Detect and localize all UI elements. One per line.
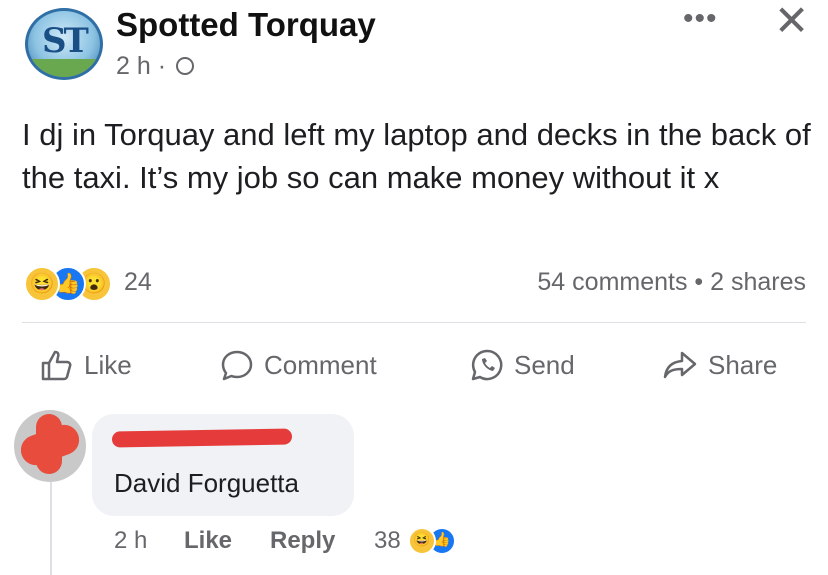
whatsapp-icon bbox=[471, 349, 503, 381]
comment-timestamp[interactable]: 2 h bbox=[114, 527, 147, 555]
comments-shares-count[interactable]: 54 comments • 2 shares bbox=[537, 268, 806, 297]
send-button[interactable]: Send bbox=[470, 343, 575, 387]
page-avatar[interactable]: ST bbox=[25, 8, 103, 80]
commenter-avatar[interactable] bbox=[14, 410, 86, 482]
comment-reply-button[interactable]: Reply bbox=[270, 527, 335, 555]
thumbs-up-icon bbox=[41, 350, 72, 381]
comment-bubble-icon bbox=[221, 350, 253, 381]
comment-button[interactable]: Comment bbox=[220, 343, 377, 387]
more-options-icon[interactable]: ••• bbox=[683, 2, 718, 36]
comment-like-button[interactable]: Like bbox=[184, 527, 232, 555]
send-label: Send bbox=[514, 349, 575, 380]
divider bbox=[22, 322, 806, 323]
share-label: Share bbox=[708, 349, 778, 380]
like-button[interactable]: Like bbox=[40, 343, 132, 387]
haha-reaction-icon: 😆 bbox=[408, 527, 436, 555]
haha-reaction-icon: 😆 bbox=[24, 266, 60, 302]
redacted-commenter-name bbox=[111, 428, 293, 448]
comment-text: David Forguetta bbox=[114, 468, 299, 498]
avatar-grass bbox=[28, 59, 100, 77]
share-arrow-icon bbox=[663, 351, 697, 379]
thread-line bbox=[50, 482, 52, 575]
reaction-count[interactable]: 24 bbox=[124, 268, 152, 297]
comment-reaction-count[interactable]: 38 bbox=[374, 527, 401, 555]
post-text: I dj in Torquay and left my laptop and d… bbox=[22, 117, 811, 195]
comment-label: Comment bbox=[264, 349, 377, 380]
globe-icon bbox=[176, 57, 194, 75]
close-icon[interactable]: ✕ bbox=[774, 0, 809, 42]
page-name[interactable]: Spotted Torquay bbox=[116, 6, 376, 44]
like-label: Like bbox=[84, 349, 132, 380]
share-button[interactable]: Share bbox=[662, 343, 777, 387]
post-timestamp[interactable]: 2 h · bbox=[116, 52, 166, 81]
page-logo-letters: ST bbox=[42, 21, 89, 61]
